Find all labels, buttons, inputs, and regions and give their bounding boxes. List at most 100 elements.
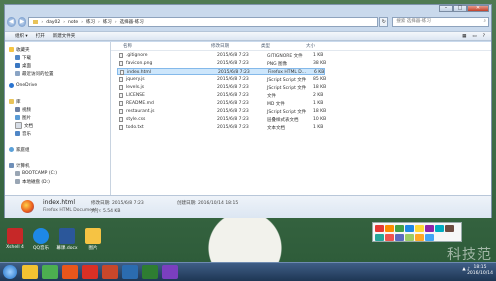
breadcrumb-item[interactable]: note [68, 20, 78, 25]
file-name: todo.txt [126, 124, 144, 130]
nav-documents[interactable]: 文档 [15, 122, 33, 129]
purple-tool-icon[interactable] [425, 225, 434, 232]
desktop-icon-folder[interactable]: 图片 [82, 228, 104, 251]
taskbar-firefox-icon[interactable] [62, 265, 78, 279]
blue-tool-icon[interactable] [405, 225, 414, 232]
nav-bootcamp[interactable]: BOOTCAMP (C:) [15, 170, 57, 177]
view-options-icon[interactable]: ▦ [462, 34, 466, 39]
nav-label: 收藏夹 [16, 47, 30, 53]
forward-button[interactable]: ▶ [17, 17, 27, 27]
file-size: 2 KB [313, 92, 324, 98]
details-modified: 修改日期: 2015/6/8 7:23 [91, 201, 144, 206]
start-button[interactable] [3, 265, 17, 279]
breadcrumb-item[interactable]: 选择器-练习 [120, 19, 144, 25]
file-type: JScript Script 文件 [267, 77, 307, 83]
help-icon[interactable]: ? [483, 34, 485, 39]
nav-pictures[interactable]: 图片 [15, 114, 31, 121]
new-folder-button[interactable]: 新建文件夹 [53, 33, 76, 39]
preview-pane-icon[interactable]: ▭ [472, 34, 476, 39]
taskbar-app-green-icon[interactable] [142, 265, 158, 279]
nav-computer[interactable]: 计算机 [9, 162, 30, 169]
details-created: 创建日期: 2016/10/14 18:15 [177, 201, 239, 206]
xshell-icon [7, 228, 23, 244]
file-row[interactable]: todo.txt 2015/6/8 7:23 文本文档 1 KB [117, 124, 325, 131]
nav-homegroup[interactable]: 家庭组 [9, 146, 30, 153]
pink-tool-icon[interactable] [385, 234, 394, 241]
floating-toolbar[interactable] [372, 222, 462, 242]
desktop-icon-label: 幕课.docx [56, 246, 78, 251]
nav-label: 文档 [24, 123, 33, 129]
refresh-button[interactable]: ↻ [379, 17, 389, 27]
file-list: 名称 修改日期 类型 大小 .gitignore 2015/6/8 7:23 GIT… [111, 42, 491, 195]
file-row[interactable]: .gitignore 2015/6/8 7:23 GITIGNORE 文件 1 KB [117, 52, 325, 59]
amber-tool-icon[interactable] [415, 234, 424, 241]
nav-onedrive[interactable]: OneDrive [9, 82, 37, 89]
taskbar-powerpoint-icon[interactable] [102, 265, 118, 279]
video-icon [15, 107, 20, 112]
column-name[interactable]: 名称 [123, 43, 132, 49]
teal-tool-icon[interactable] [375, 234, 384, 241]
file-row[interactable]: favicon.png 2015/6/8 7:23 PNG 图像 38 KB [117, 60, 326, 67]
taskbar-explorer-icon[interactable] [22, 265, 38, 279]
cyan-tool-icon[interactable] [435, 225, 444, 232]
recent-places-icon [15, 71, 20, 76]
nav-label: 家庭组 [16, 147, 30, 153]
desktop-icon-qqmusic[interactable]: QQ音乐 [30, 228, 52, 251]
nav-music[interactable]: 音乐 [15, 130, 31, 137]
nav-videos[interactable]: 视频 [15, 106, 31, 113]
minimize-button[interactable]: – [439, 5, 453, 12]
breadcrumb-item[interactable]: 练习 [103, 19, 112, 25]
taskbar-chrome-icon[interactable] [42, 265, 58, 279]
breadcrumb-item[interactable]: day02 [46, 20, 60, 25]
file-size: 10 KB [313, 116, 327, 122]
file-row[interactable]: restaurant.js 2015/6/8 7:23 JScript Script… [117, 108, 326, 115]
desktop-icon-docx[interactable]: 幕课.docx [56, 228, 78, 251]
green-tool-icon[interactable] [395, 225, 404, 232]
column-header: 名称 修改日期 类型 大小 [111, 42, 491, 51]
orange-tool-icon[interactable] [385, 225, 394, 232]
nav-label: 音乐 [22, 131, 31, 137]
file-date: 2015/6/8 7:23 [217, 108, 249, 114]
file-row[interactable]: style.css 2015/6/8 7:23 层叠样式表文档 10 KB [117, 116, 327, 123]
file-row[interactable]: LICENSE 2015/6/8 7:23 文件 2 KB [117, 92, 325, 99]
red-tool-icon[interactable] [375, 225, 384, 232]
desktop-icon-xshell[interactable]: Xshell 4 [4, 228, 26, 250]
file-row[interactable]: index.html 2015/6/8 7:23 Firefox HTML D...… [117, 68, 325, 75]
taskbar-app-purple-icon[interactable] [162, 265, 178, 279]
light-blue-tool-icon[interactable] [425, 234, 434, 241]
column-date[interactable]: 修改日期 [211, 43, 229, 49]
maximize-button[interactable]: □ [453, 5, 467, 12]
file-row[interactable]: README.md 2015/6/8 7:23 MD 文件 1 KB [117, 100, 325, 107]
file-row[interactable]: levels.js 2015/6/8 7:23 JScript Script 文件 1… [117, 84, 326, 91]
nav-libraries[interactable]: 库 [9, 98, 21, 105]
file-row[interactable]: jquery.js 2015/6/8 7:23 JScript Script 文件 8… [117, 76, 326, 83]
lime-tool-icon[interactable] [405, 234, 414, 241]
clock[interactable]: 18:15 2016/10/14 [467, 265, 493, 277]
file-type: PNG 图像 [267, 61, 287, 67]
nav-recent[interactable]: 最近访问的位置 [15, 70, 54, 77]
brown-tool-icon[interactable] [445, 225, 454, 232]
yellow-tool-icon[interactable] [415, 225, 424, 232]
close-button[interactable]: ✕ [467, 5, 489, 12]
column-type[interactable]: 类型 [261, 43, 270, 49]
organize-button[interactable]: 组织 ▾ [15, 33, 28, 39]
nav-label: 计算机 [16, 163, 30, 169]
breadcrumb-item[interactable]: 练习 [86, 19, 95, 25]
open-button[interactable]: 打开 [36, 33, 45, 39]
column-size[interactable]: 大小 [306, 43, 315, 49]
nav-label: 图片 [22, 115, 31, 121]
picture-icon [15, 115, 20, 120]
nav-downloads[interactable]: 下载 [15, 54, 31, 61]
back-button[interactable]: ◀ [7, 17, 16, 27]
taskbar-app-blue-icon[interactable] [122, 265, 138, 279]
file-date: 2015/6/8 7:23 [217, 116, 249, 122]
indigo-tool-icon[interactable] [395, 234, 404, 241]
file-date: 2015/6/8 7:23 [217, 124, 249, 130]
nav-favorites[interactable]: 收藏夹 [9, 46, 30, 53]
search-input[interactable]: 搜索 选择器-练习 ⌕ [392, 17, 490, 27]
file-icon [119, 85, 123, 90]
taskbar-app-red-icon[interactable] [82, 265, 98, 279]
address-bar[interactable]: › day02 › note › 练习 › 练习 › 选择器-练习 [28, 17, 379, 27]
nav-local-disk[interactable]: 本地磁盘 (D:) [15, 178, 50, 185]
nav-desktop[interactable]: 桌面 [15, 62, 31, 69]
